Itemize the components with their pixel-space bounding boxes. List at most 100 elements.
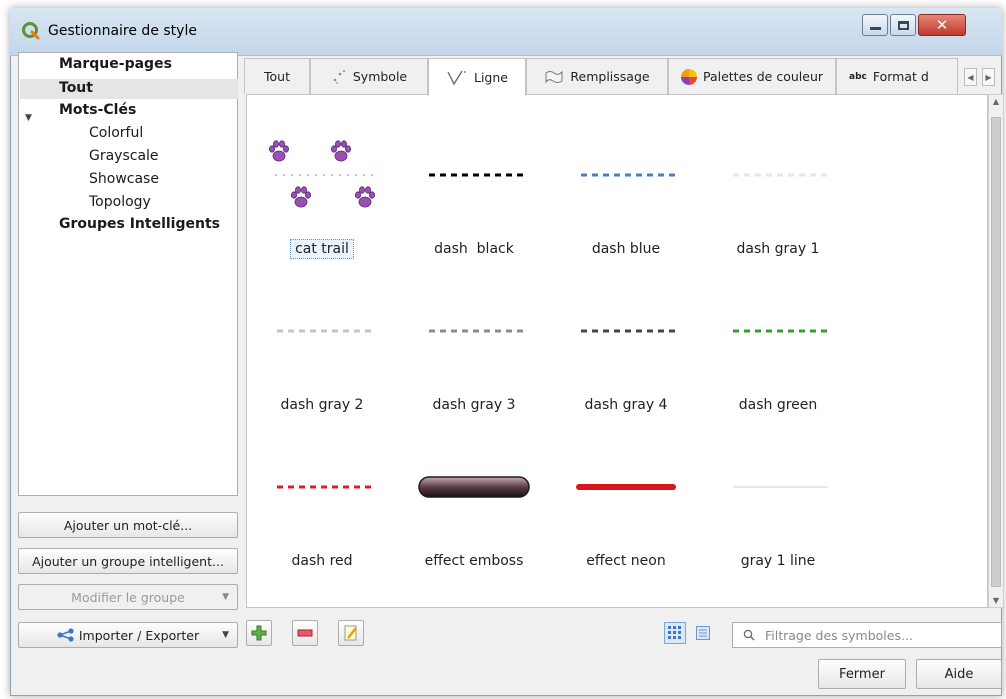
symbol-name-text: cat trail (290, 239, 354, 259)
window-title: Gestionnaire de style (48, 23, 197, 39)
symbol-name-text: effect neon (586, 553, 666, 569)
tree-item-showcase[interactable]: Showcase (89, 171, 159, 187)
dropdown-arrow-icon: ▼ (222, 592, 229, 602)
symbol-type-tabs: Tout Symbole Ligne Remplissage Palettes … (244, 58, 1004, 96)
symbol-list[interactable]: cat trail dash black dash blue dash gray 1 d… (246, 94, 988, 608)
symbol-preview (268, 140, 376, 208)
symbol-item[interactable]: cat trail (247, 115, 397, 265)
symbol-name-text: dash black (434, 241, 514, 257)
add-smart-group-button[interactable]: Ajouter un groupe intelligent... (18, 548, 238, 574)
symbol-preview (581, 173, 676, 177)
tree-item-all[interactable]: Tout (59, 80, 93, 96)
tab-label: Symbole (352, 69, 408, 84)
symbol-name: effect emboss (399, 553, 549, 569)
tab-label: Palettes de couleur (702, 69, 824, 84)
maximize-icon (897, 20, 909, 30)
close-window-button[interactable]: ✕ (918, 14, 966, 36)
symbol-preview (429, 329, 524, 333)
symbol-filter[interactable] (732, 622, 1002, 648)
symbol-name-text: effect emboss (424, 553, 524, 569)
symbol-item[interactable]: dash green (703, 271, 853, 421)
tab-label: Ligne (474, 70, 508, 85)
arrow-left-icon: ◀ (967, 72, 974, 82)
symbol-preview (733, 173, 828, 177)
tab-scroll-left-button[interactable]: ◀ (964, 68, 977, 86)
import-export-button[interactable]: Importer / Exporter ▼ (18, 622, 238, 648)
tab-label: Tout (264, 69, 290, 84)
scrollbar-thumb[interactable] (991, 117, 1001, 587)
tree-item-colorful[interactable]: Colorful (89, 125, 143, 141)
symbol-name: dash gray 4 (551, 397, 701, 413)
symbol-filter-input[interactable] (763, 626, 983, 644)
symbol-preview (568, 480, 684, 494)
remove-icon (297, 629, 313, 637)
tree-item-grayscale[interactable]: Grayscale (89, 148, 159, 164)
edit-icon (344, 625, 357, 641)
add-symbol-button[interactable] (246, 620, 272, 646)
symbol-preview (429, 173, 524, 177)
arrow-right-icon: ▶ (985, 72, 992, 82)
tree-item-tags[interactable]: Mots-Clés (59, 102, 136, 118)
tab-scroll-right-button[interactable]: ▶ (982, 68, 995, 86)
symbol-item[interactable]: dash black (399, 115, 549, 265)
symbol-item[interactable]: dash gray 1 (703, 115, 853, 265)
icon-view-button[interactable] (664, 622, 686, 644)
tag-tree[interactable]: Marque-pages Tout ▼ Mots-Clés Colorful G… (18, 52, 238, 496)
search-icon (743, 629, 755, 641)
symbol-item[interactable]: effect neon (551, 427, 701, 577)
symbol-name: dash black (399, 241, 549, 257)
minimize-button[interactable] (862, 14, 888, 36)
modify-group-button[interactable]: Modifier le groupe ▼ (18, 584, 238, 610)
symbol-name-text: dash red (291, 553, 353, 569)
tree-item-topology[interactable]: Topology (89, 194, 151, 210)
expand-arrow-icon[interactable]: ▼ (25, 113, 32, 123)
dropdown-arrow-icon: ▼ (222, 630, 229, 640)
symbol-name-text: dash gray 3 (432, 397, 516, 413)
symbol-preview (581, 329, 676, 333)
symbol-item[interactable]: effect emboss (399, 427, 549, 577)
close-button[interactable]: Fermer (818, 659, 906, 689)
tab-marker[interactable]: Symbole (310, 58, 428, 94)
list-view-button[interactable] (692, 622, 714, 644)
tab-fill[interactable]: Remplissage (526, 58, 668, 94)
symbol-name-text: dash blue (591, 241, 661, 257)
symbol-preview (277, 485, 372, 489)
list-view-icon (696, 626, 710, 640)
share-icon (57, 628, 74, 642)
color-wheel-icon (680, 68, 697, 85)
tree-selection-highlight (20, 79, 238, 99)
symbol-name: dash blue (551, 241, 701, 257)
symbol-name: cat trail (247, 239, 397, 259)
tree-item-smart-groups[interactable]: Groupes Intelligents (59, 216, 220, 232)
symbol-item[interactable]: dash gray 4 (551, 271, 701, 421)
edit-symbol-button[interactable] (338, 620, 364, 646)
scroll-up-icon[interactable]: ▲ (991, 97, 1001, 106)
fill-icon (545, 70, 563, 83)
symbol-preview (733, 486, 828, 488)
close-icon: ✕ (935, 16, 949, 34)
add-icon (251, 625, 267, 641)
scroll-down-icon[interactable]: ▼ (991, 596, 1001, 605)
symbol-name-text: gray 1 line (740, 553, 816, 569)
remove-symbol-button[interactable] (292, 620, 318, 646)
symbol-item[interactable]: dash blue (551, 115, 701, 265)
tree-item-bookmarks[interactable]: Marque-pages (59, 56, 172, 72)
tab-text-format[interactable]: abc Format d (836, 58, 958, 94)
symbol-name: dash gray 3 (399, 397, 549, 413)
title-bar: Gestionnaire de style ✕ (10, 8, 1002, 56)
add-tag-button[interactable]: Ajouter un mot-clé... (18, 512, 238, 538)
symbol-item[interactable]: dash gray 2 (247, 271, 397, 421)
symbol-name-text: dash gray 4 (584, 397, 668, 413)
tab-color-ramps[interactable]: Palettes de couleur (668, 58, 836, 94)
tab-line[interactable]: Ligne (428, 58, 526, 96)
symbol-preview (277, 329, 372, 333)
symbol-item[interactable]: gray 1 line (703, 427, 853, 577)
symbol-name: dash gray 1 (703, 241, 853, 257)
symbol-list-scrollbar[interactable]: ▲ ▼ (988, 94, 1004, 608)
help-button[interactable]: Aide (916, 659, 1002, 689)
symbol-item[interactable]: dash red (247, 427, 397, 577)
tab-all[interactable]: Tout (244, 58, 310, 94)
maximize-button[interactable] (890, 14, 916, 36)
symbol-item[interactable]: dash gray 3 (399, 271, 549, 421)
symbol-name: dash red (247, 553, 397, 569)
